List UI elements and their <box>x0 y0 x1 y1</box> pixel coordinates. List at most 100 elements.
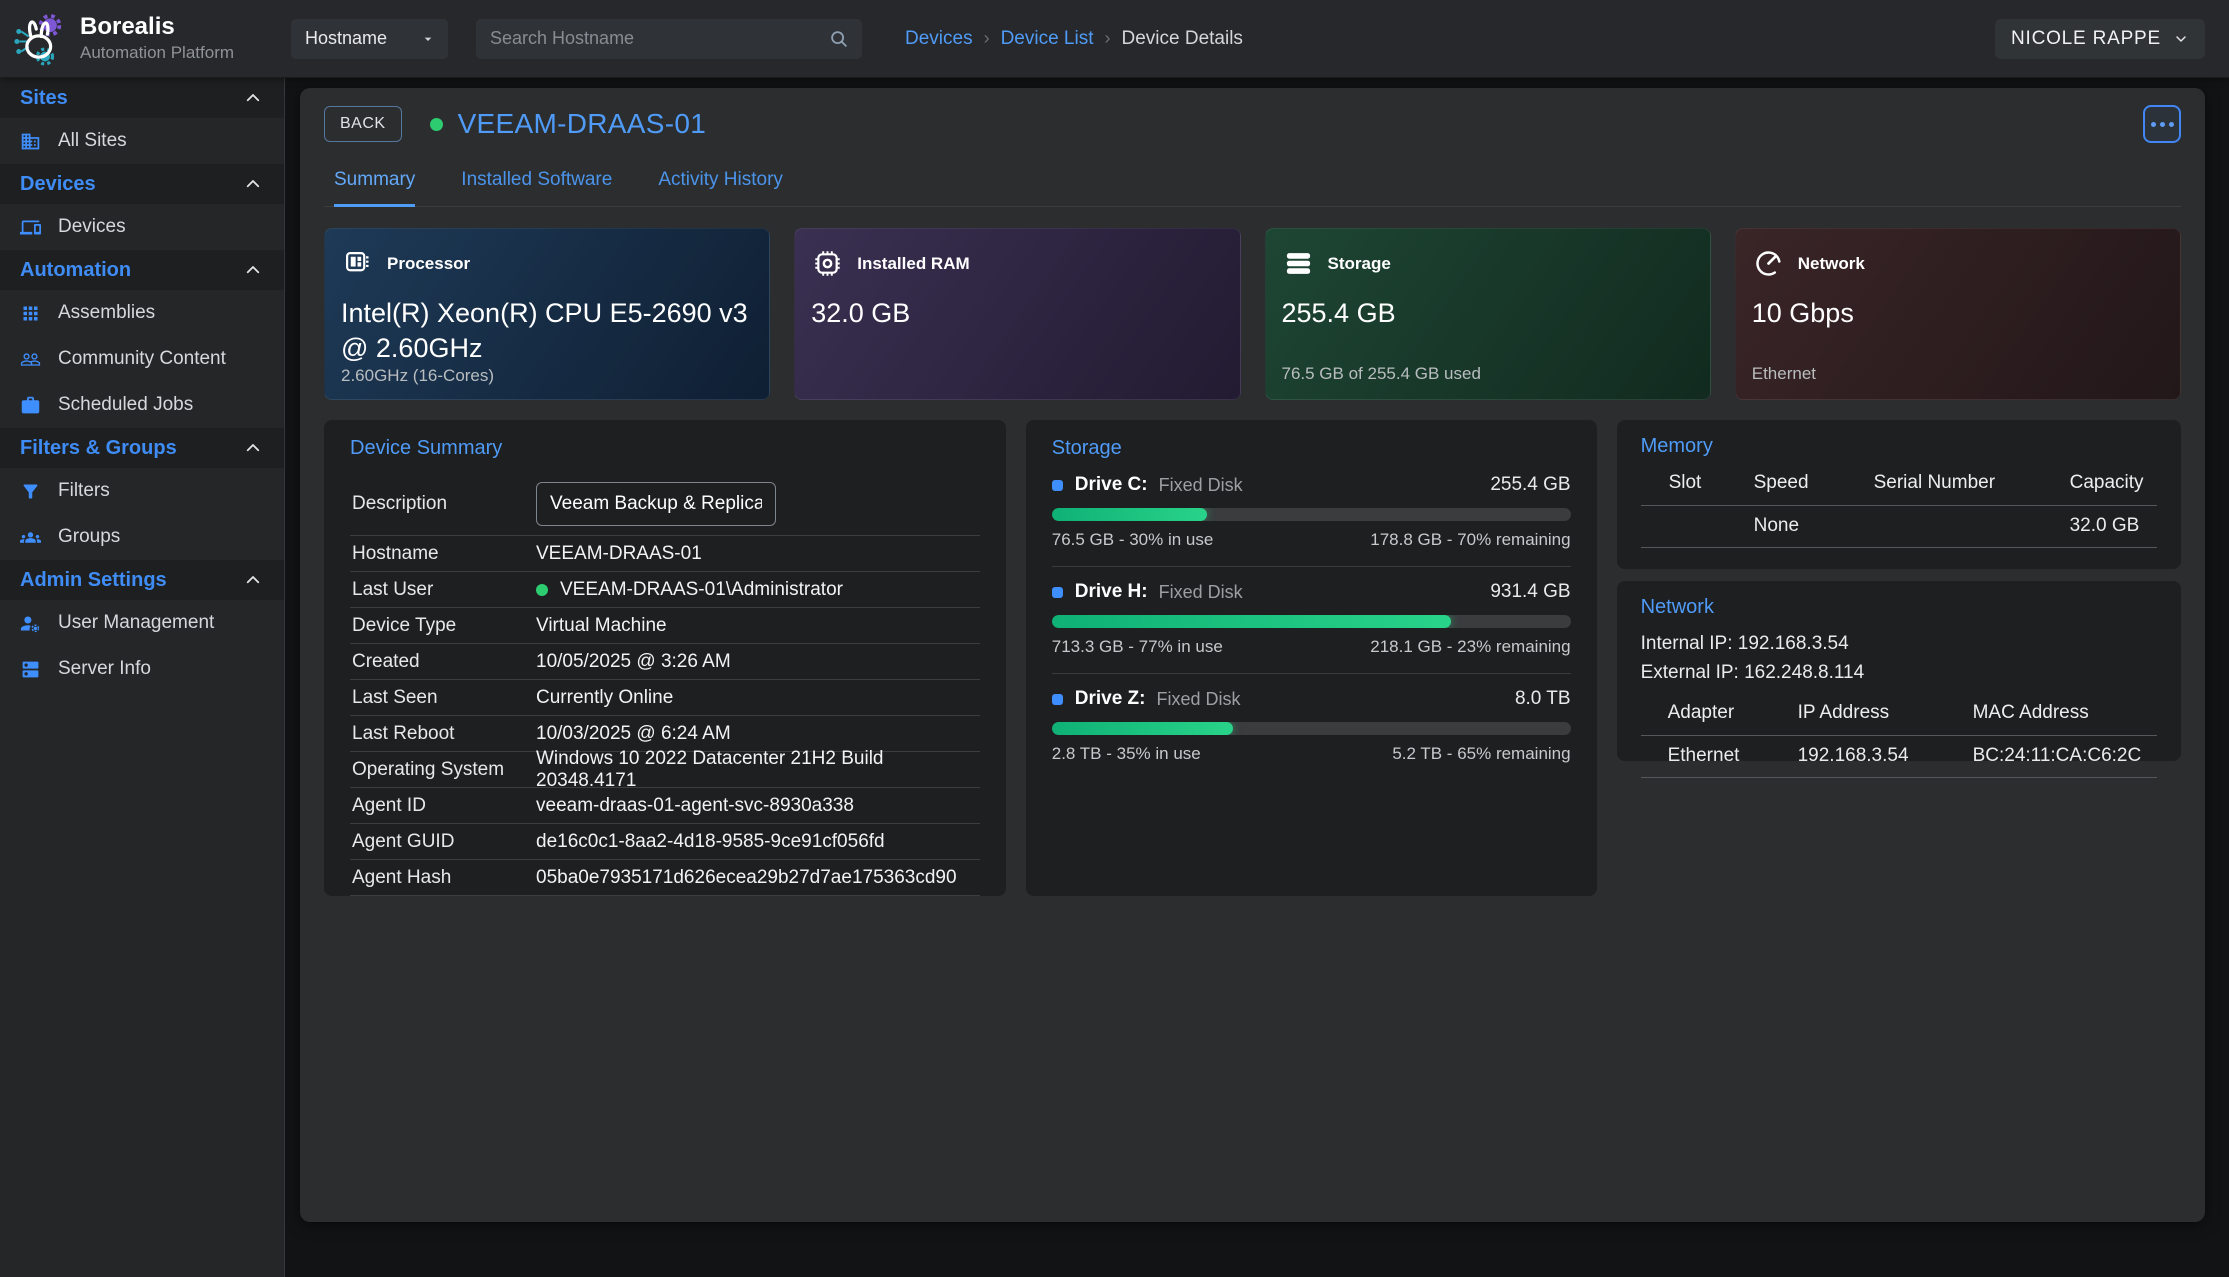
building-icon <box>20 131 41 152</box>
section-label: Filters & Groups <box>20 437 177 460</box>
row-value: Windows 10 2022 Datacenter 21H2 Build 20… <box>536 748 978 792</box>
drive-usage-fill <box>1052 508 1208 521</box>
cpu-icon <box>341 247 374 280</box>
storage-value: 255.4 GB <box>1282 296 1692 331</box>
search-input[interactable] <box>490 28 828 49</box>
chevron-up-icon <box>244 89 262 107</box>
ram-chip-icon <box>811 247 844 280</box>
sidebar-item-community-content[interactable]: Community Content <box>0 336 284 382</box>
hostname-filter-dropdown[interactable]: Hostname <box>291 19 448 59</box>
tab-summary[interactable]: Summary <box>334 169 415 207</box>
drive-total: 255.4 GB <box>1490 474 1570 496</box>
row-label: Last Reboot <box>352 723 536 745</box>
briefcase-icon <box>20 395 41 416</box>
breadcrumb-device-details: Device Details <box>1122 28 1243 50</box>
sidebar-item-server-info[interactable]: Server Info <box>0 646 284 692</box>
sidebar-item-user-management[interactable]: User Management <box>0 600 284 646</box>
search-icon[interactable] <box>828 28 850 50</box>
sidebar-item-label: All Sites <box>58 130 127 152</box>
sidebar-item-devices[interactable]: Devices <box>0 204 284 250</box>
network-value: 10 Gbps <box>1752 296 2162 331</box>
brand-name: Borealis <box>80 14 234 40</box>
sidebar-item-label: Server Info <box>58 658 151 680</box>
network-row: Ethernet 192.168.3.54 BC:24:11:CA:C6:2C <box>1641 735 2157 778</box>
chevron-up-icon <box>244 439 262 457</box>
summary-row-agent-hash: Agent Hash 05ba0e7935171d626ecea29b27d7a… <box>350 860 980 896</box>
device-summary-title: Device Summary <box>350 437 980 460</box>
external-ip: External IP: 162.248.8.114 <box>1641 658 2157 687</box>
drive-bullet-icon <box>1052 694 1063 705</box>
back-button[interactable]: BACK <box>324 106 402 142</box>
row-value: VEEAM-DRAAS-01\Administrator <box>536 579 843 601</box>
sidebar-item-filters[interactable]: Filters <box>0 468 284 514</box>
processor-footer: 2.60GHz (16-Cores) <box>341 366 751 386</box>
row-label: Agent GUID <box>352 831 536 853</box>
row-value: de16c0c1-8aa2-4d18-9585-9ce91cf056fd <box>536 831 885 853</box>
speedometer-icon <box>1752 247 1785 280</box>
user-menu-button[interactable]: NICOLE RAPPE <box>1995 19 2205 59</box>
device-tabs: Summary Installed Software Activity Hist… <box>324 169 2181 207</box>
drive-type: Fixed Disk <box>1159 582 1243 603</box>
drive-used-text: 713.3 GB - 77% in use <box>1052 637 1223 657</box>
sidebar-item-assemblies[interactable]: Assemblies <box>0 290 284 336</box>
summary-row-agent-guid: Agent GUID de16c0c1-8aa2-4d18-9585-9ce91… <box>350 824 980 860</box>
brand: Borealis Automation Platform <box>0 9 285 69</box>
summary-row-device-type: Device Type Virtual Machine <box>350 608 980 644</box>
devices-icon <box>20 217 41 238</box>
tab-activity-history[interactable]: Activity History <box>658 169 783 206</box>
groups-icon <box>20 527 41 548</box>
processor-value: Intel(R) Xeon(R) CPU E5-2690 v3 @ 2.60GH… <box>341 296 751 366</box>
sidebar: Sites All Sites Devices Devices Automati… <box>0 78 285 1277</box>
drive-usage-bar <box>1052 722 1571 735</box>
sidebar-item-label: Scheduled Jobs <box>58 394 193 416</box>
card-label: Processor <box>387 254 470 274</box>
sidebar-section-filters-groups[interactable]: Filters & Groups <box>0 428 284 468</box>
network-footer: Ethernet <box>1752 364 2162 384</box>
drive-remaining-text: 178.8 GB - 70% remaining <box>1370 530 1570 550</box>
row-label: Description <box>352 493 536 515</box>
device-header: BACK VEEAM-DRAAS-01 <box>324 105 2181 143</box>
user-gear-icon <box>20 613 41 634</box>
device-details-panel: BACK VEEAM-DRAAS-01 Summary Installed So… <box>300 88 2205 1222</box>
memory-row: None 32.0 GB <box>1641 505 2157 548</box>
user-name: NICOLE RAPPE <box>2011 28 2161 50</box>
search-box[interactable] <box>476 19 862 59</box>
sidebar-section-devices[interactable]: Devices <box>0 164 284 204</box>
tab-installed-software[interactable]: Installed Software <box>461 169 612 206</box>
sidebar-item-scheduled-jobs[interactable]: Scheduled Jobs <box>0 382 284 428</box>
card-label: Storage <box>1328 254 1391 274</box>
row-label: Last Seen <box>352 687 536 709</box>
drive-usage-bar <box>1052 508 1571 521</box>
storage-footer: 76.5 GB of 255.4 GB used <box>1282 364 1692 384</box>
summary-row-last-seen: Last Seen Currently Online <box>350 680 980 716</box>
description-input[interactable] <box>536 482 776 526</box>
row-label: Operating System <box>352 759 536 781</box>
chevron-up-icon <box>244 175 262 193</box>
chevron-up-icon <box>244 571 262 589</box>
sidebar-section-automation[interactable]: Automation <box>0 250 284 290</box>
sidebar-item-groups[interactable]: Groups <box>0 514 284 560</box>
brand-subtitle: Automation Platform <box>80 43 234 63</box>
row-value: 10/03/2025 @ 6:24 AM <box>536 723 731 745</box>
row-value: veeam-draas-01-agent-svc-8930a338 <box>536 795 854 817</box>
sidebar-item-label: Filters <box>58 480 110 502</box>
drive-z-row: Drive Z: Fixed Disk 8.0 TB 2.8 TB - 35% … <box>1052 674 1571 780</box>
sidebar-section-sites[interactable]: Sites <box>0 78 284 118</box>
summary-row-description: Description <box>350 472 980 536</box>
drive-c-row: Drive C: Fixed Disk 255.4 GB 76.5 GB - 3… <box>1052 460 1571 567</box>
row-label: Agent ID <box>352 795 536 817</box>
breadcrumb-devices[interactable]: Devices <box>905 28 973 50</box>
more-actions-button[interactable] <box>2143 105 2181 143</box>
storage-panel-title: Storage <box>1052 437 1571 460</box>
storage-panel: Storage Drive C: Fixed Disk 255.4 GB 76.… <box>1026 420 1597 896</box>
network-header-adapter: Adapter <box>1668 702 1798 735</box>
summary-row-last-user: Last User VEEAM-DRAAS-01\Administrator <box>350 572 980 608</box>
summary-row-operating-system: Operating System Windows 10 2022 Datacen… <box>350 752 980 788</box>
breadcrumb-device-list[interactable]: Device List <box>1001 28 1094 50</box>
drive-type: Fixed Disk <box>1157 689 1241 710</box>
row-value: Virtual Machine <box>536 615 667 637</box>
ram-card: Installed RAM 32.0 GB <box>794 228 1240 400</box>
sidebar-section-admin-settings[interactable]: Admin Settings <box>0 560 284 600</box>
row-label: Device Type <box>352 615 536 637</box>
sidebar-item-all-sites[interactable]: All Sites <box>0 118 284 164</box>
